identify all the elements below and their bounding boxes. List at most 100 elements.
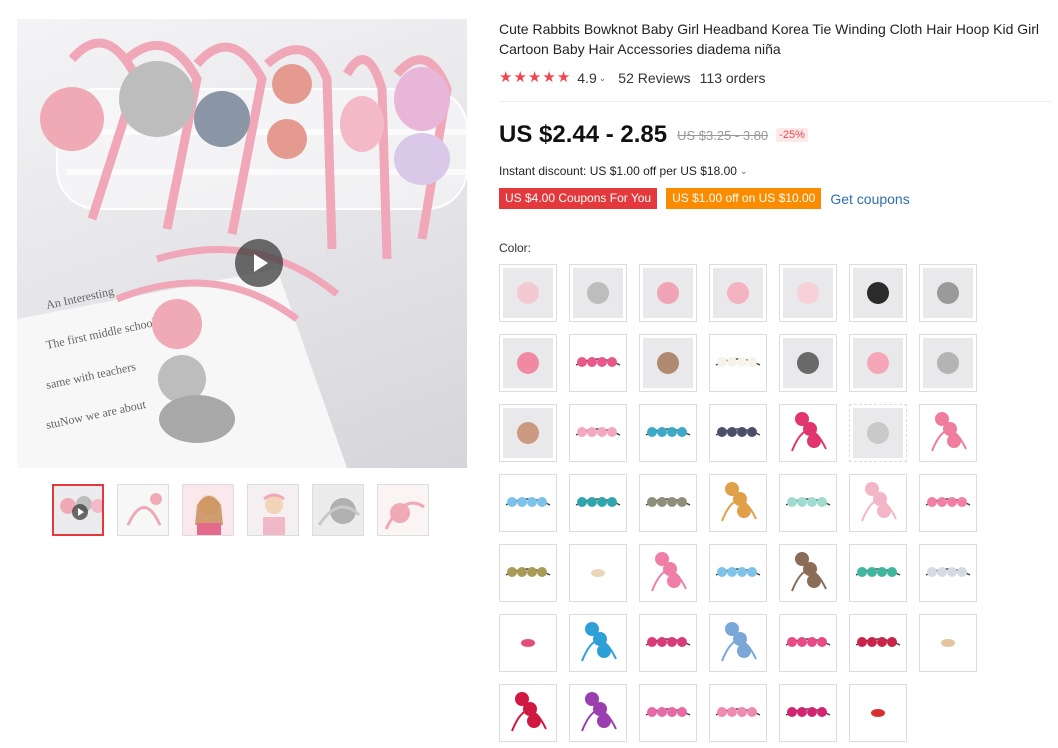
swatch-image [505, 497, 551, 507]
thumbnail-6[interactable] [377, 484, 429, 536]
swatch-image [783, 338, 833, 388]
color-swatch[interactable] [779, 544, 837, 602]
swatch-image [855, 567, 901, 577]
color-swatch[interactable] [849, 334, 907, 392]
color-swatch[interactable] [849, 474, 907, 532]
color-swatch[interactable] [919, 544, 977, 602]
color-swatch[interactable] [779, 334, 837, 392]
color-swatch[interactable] [849, 614, 907, 672]
swatch-image [643, 338, 693, 388]
coupon-row: US $4.00 Coupons For You US $1.00 off on… [499, 187, 910, 210]
swatch-image [853, 268, 903, 318]
color-swatch[interactable] [919, 404, 977, 462]
reviews-link[interactable]: 52 Reviews [618, 70, 690, 86]
swatch-image [855, 637, 901, 647]
swatch-image [581, 692, 617, 732]
color-swatch[interactable] [639, 684, 697, 742]
chevron-down-icon[interactable]: ⌄ [599, 73, 607, 84]
thumbnail-4[interactable] [247, 484, 299, 536]
swatch-image [521, 639, 535, 647]
color-swatch[interactable] [709, 404, 767, 462]
swatch-image [853, 338, 903, 388]
color-label-text: Color: [499, 241, 532, 255]
color-swatch[interactable] [569, 544, 627, 602]
thumbnail-2[interactable] [117, 484, 169, 536]
swatch-image [575, 357, 621, 367]
color-swatch[interactable] [499, 614, 557, 672]
divider [499, 101, 1051, 102]
color-swatch[interactable] [919, 614, 977, 672]
swatch-image [715, 707, 761, 717]
original-price: US $3.25 - 3.80 [677, 127, 769, 143]
swatch-image [503, 408, 553, 458]
swatch-image [573, 268, 623, 318]
color-swatch[interactable] [569, 404, 627, 462]
swatch-image [853, 408, 903, 458]
rating-value[interactable]: 4.9 [577, 70, 596, 86]
swatch-image [645, 707, 691, 717]
color-swatch[interactable] [499, 264, 557, 322]
color-swatch[interactable] [849, 684, 907, 742]
color-swatch[interactable] [779, 474, 837, 532]
color-swatch[interactable] [709, 614, 767, 672]
color-swatch[interactable] [779, 404, 837, 462]
color-swatch[interactable] [849, 404, 907, 462]
color-swatch[interactable] [639, 334, 697, 392]
color-swatch[interactable] [709, 474, 767, 532]
swatch-image [871, 709, 885, 717]
thumbnail-1[interactable] [52, 484, 104, 536]
swatch-image [783, 268, 833, 318]
color-swatch[interactable] [499, 684, 557, 742]
thumbnail-5[interactable] [312, 484, 364, 536]
color-swatch[interactable] [709, 334, 767, 392]
color-swatch[interactable] [849, 544, 907, 602]
swatch-image [791, 552, 827, 592]
swatch-image [643, 268, 693, 318]
star-icon: ★ [556, 69, 571, 86]
swatch-image [581, 622, 617, 662]
color-swatch[interactable] [639, 544, 697, 602]
color-swatch[interactable] [639, 474, 697, 532]
color-swatch[interactable] [779, 684, 837, 742]
chevron-down-icon[interactable]: ⌄ [740, 166, 748, 177]
color-swatch[interactable] [919, 474, 977, 532]
color-swatch[interactable] [779, 264, 837, 322]
color-swatch[interactable] [779, 614, 837, 672]
thumbnail-3[interactable] [182, 484, 234, 536]
color-swatch[interactable] [639, 264, 697, 322]
play-icon [72, 504, 88, 520]
coupon-button-1[interactable]: US $4.00 Coupons For You [499, 188, 658, 209]
color-swatch[interactable] [919, 334, 977, 392]
color-swatch[interactable] [709, 544, 767, 602]
color-swatch[interactable] [639, 614, 697, 672]
swatch-image [721, 622, 757, 662]
color-swatch[interactable] [849, 264, 907, 322]
color-swatch[interactable] [499, 544, 557, 602]
orders-count: 113 orders [699, 70, 766, 86]
color-swatch[interactable] [569, 474, 627, 532]
coupon-button-2[interactable]: US $1.00 off on US $10.00 [666, 188, 822, 209]
color-swatch[interactable] [569, 684, 627, 742]
pink-flower-thumbnail-icon [378, 485, 428, 535]
color-swatch[interactable] [499, 404, 557, 462]
girl-model-thumbnail-icon [248, 485, 298, 535]
color-swatch[interactable] [709, 264, 767, 322]
color-swatch[interactable] [569, 334, 627, 392]
color-swatch[interactable] [569, 264, 627, 322]
color-swatch[interactable] [919, 264, 977, 322]
swatch-image [503, 268, 553, 318]
swatch-image [645, 637, 691, 647]
color-swatch[interactable] [499, 474, 557, 532]
play-video-button[interactable] [235, 239, 283, 287]
main-product-image[interactable]: An Interesting The first middle school s… [17, 19, 467, 468]
swatch-image [503, 338, 553, 388]
star-rating: ★ ★ ★ ★ ★ [499, 70, 570, 86]
color-swatch[interactable] [569, 614, 627, 672]
swatch-image [651, 552, 687, 592]
color-swatch[interactable] [639, 404, 697, 462]
color-swatch[interactable] [709, 684, 767, 742]
get-coupons-link[interactable]: Get coupons [830, 191, 909, 207]
color-swatch[interactable] [499, 334, 557, 392]
instant-discount[interactable]: Instant discount: US $1.00 off per US $1… [499, 162, 747, 180]
swatch-image [925, 567, 971, 577]
